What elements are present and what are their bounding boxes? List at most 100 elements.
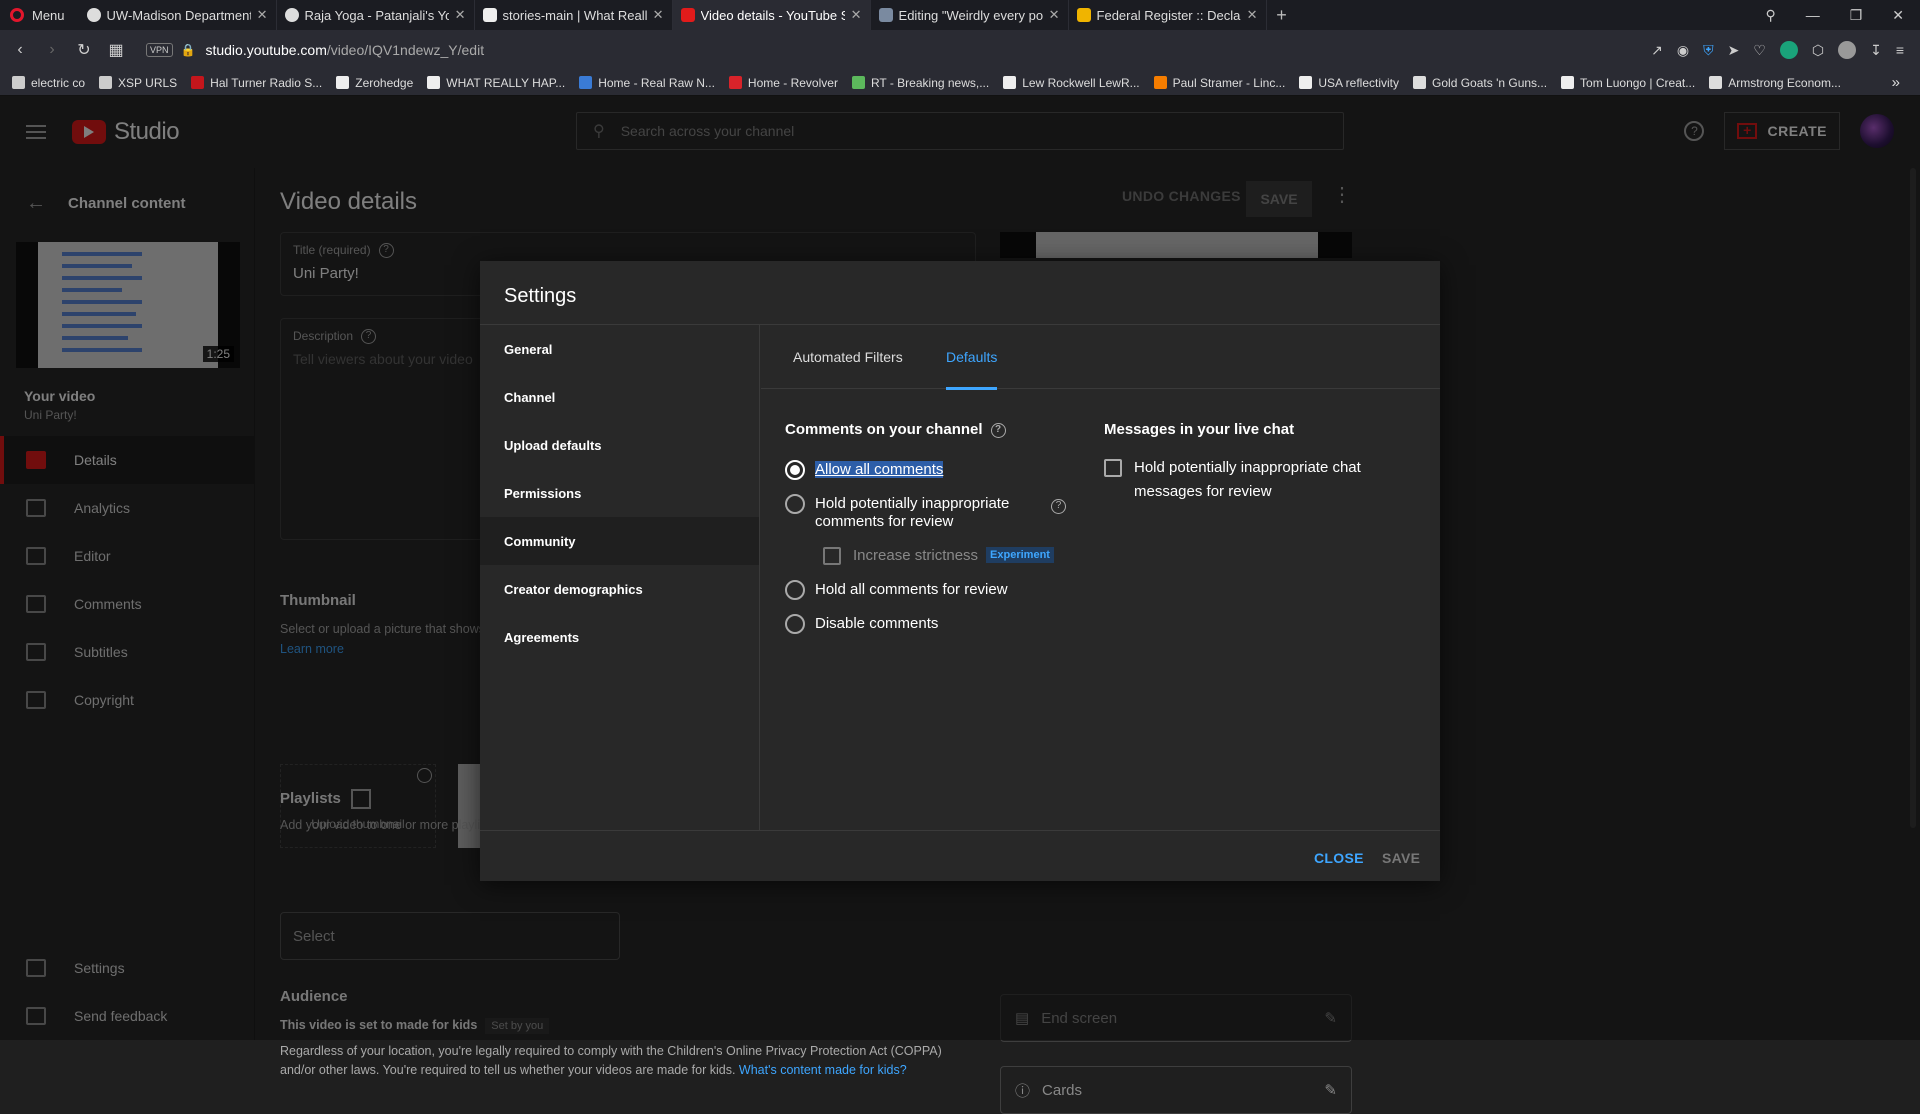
wrh-icon <box>482 8 497 22</box>
bookmark-icon <box>336 76 350 89</box>
url-field[interactable]: studio.youtube.com/video/IQV1ndewz_Y/edi… <box>205 42 484 58</box>
help-icon[interactable]: ? <box>1051 499 1066 514</box>
settings-sidebar-community[interactable]: Community <box>480 517 759 565</box>
browser-tab-bar: Menu UW-Madison Department o ✕ Raja Yoga -… <box>0 0 1920 30</box>
browser-tab[interactable]: Video details - YouTube Stu ✕ <box>672 0 871 30</box>
bookmark-item[interactable]: RT - Breaking news,... <box>851 75 990 90</box>
browser-tab-title: UW-Madison Department o <box>106 7 251 23</box>
bookmark-item[interactable]: Home - Revolver <box>728 75 838 90</box>
bookmark-item[interactable]: Zerohedge <box>336 76 413 90</box>
close-button[interactable]: CLOSE <box>1314 850 1364 866</box>
close-tab-icon[interactable]: ✕ <box>653 7 664 23</box>
heart-icon[interactable]: ♡ <box>1753 42 1766 59</box>
bookmark-item[interactable]: Tom Luongo | Creat... <box>1561 76 1695 90</box>
sidebar-menu-icon[interactable]: ≡ <box>1896 42 1904 58</box>
divider <box>480 830 1440 831</box>
close-tab-icon[interactable]: ✕ <box>851 7 862 23</box>
back-button[interactable]: ‹ <box>4 34 36 66</box>
tab-defaults[interactable]: Defaults <box>946 325 998 390</box>
window-controls: ⚲ — ❐ ✕ <box>1765 7 1920 24</box>
radio-disable[interactable]: Disable comments <box>785 614 938 634</box>
browser-tab[interactable]: Raja Yoga - Patanjali's Yoga ✕ <box>277 0 475 30</box>
settings-dialog: Settings General Channel Upload defaults Pe… <box>480 261 1440 881</box>
minimize-button[interactable]: — <box>1806 7 1820 23</box>
live-chat-checkbox[interactable]: Hold potentially inappropriate chat mess… <box>1104 459 1404 504</box>
info-icon: ⓘ <box>1015 1082 1031 1100</box>
forward-button[interactable]: › <box>36 34 68 66</box>
live-chat-heading: Messages in your live chat <box>1104 421 1295 438</box>
browser-tab[interactable]: stories-main | What Really H ✕ <box>475 0 673 30</box>
comments-heading: Comments on your channel <box>785 421 983 438</box>
restore-button[interactable]: ❐ <box>1850 7 1863 24</box>
new-tab-button[interactable]: + <box>1267 5 1297 26</box>
settings-sidebar-general[interactable]: General <box>480 325 759 373</box>
bookmark-item[interactable]: Hal Turner Radio S... <box>191 76 322 90</box>
bookmark-item[interactable]: XSP URLS <box>99 76 177 90</box>
dialog-title: Settings <box>504 285 577 307</box>
bookmark-label: Zerohedge <box>355 75 414 90</box>
close-tab-icon[interactable]: ✕ <box>1049 7 1060 23</box>
close-tab-icon[interactable]: ✕ <box>1247 7 1258 23</box>
dialog-save-button[interactable]: SAVE <box>1382 850 1420 866</box>
bookmark-item[interactable]: Lew Rockwell LewR... <box>1003 76 1140 90</box>
cube-icon[interactable]: ⬡ <box>1812 42 1824 59</box>
close-tab-icon[interactable]: ✕ <box>455 7 466 23</box>
cards-button[interactable]: ⓘ Cards ✎ <box>1000 1066 1352 1114</box>
share-icon[interactable]: ↗ <box>1651 42 1663 59</box>
bookmark-item[interactable]: WHAT REALLY HAP... <box>427 76 565 90</box>
browser-tab-title: stories-main | What Really H <box>502 7 647 23</box>
globe-icon <box>86 8 101 22</box>
shield-icon[interactable]: ⛨ <box>1703 42 1714 59</box>
bookmark-icon <box>1709 76 1723 89</box>
download-icon[interactable]: ↧ <box>1870 42 1882 59</box>
browser-tab[interactable]: Editing "Weirdly every post ✕ <box>871 0 1069 30</box>
live-chat-label: Hold potentially inappropriate chat mess… <box>1134 459 1361 500</box>
radio-hold-all[interactable]: Hold all comments for review <box>785 580 1008 600</box>
help-icon[interactable]: ? <box>990 422 1006 438</box>
settings-sidebar-upload-defaults[interactable]: Upload defaults <box>480 421 759 469</box>
reload-button[interactable]: ↻ <box>68 34 100 66</box>
browser-tab[interactable]: Federal Register :: Declarati ✕ <box>1069 0 1267 30</box>
settings-content: Automated Filters Defaults Comments on yo… <box>761 325 1440 830</box>
settings-sidebar-channel[interactable]: Channel <box>480 373 759 421</box>
bookmark-item[interactable]: USA reflectivity <box>1299 76 1399 90</box>
made-for-kids-link[interactable]: What's content made for kids? <box>739 1063 907 1077</box>
settings-sidebar-agreements[interactable]: Agreements <box>480 613 759 661</box>
close-tab-icon[interactable]: ✕ <box>257 7 268 23</box>
settings-sidebar-permissions[interactable]: Permissions <box>480 469 759 517</box>
vpn-badge[interactable]: VPN <box>146 43 173 57</box>
image-icon <box>878 8 893 22</box>
radio-hold-inappropriate-indicator <box>785 494 805 514</box>
radio-hold-inappropriate[interactable]: Hold potentially inappropriate comments … <box>785 494 1075 531</box>
speed-dial-icon[interactable]: ▦ <box>100 34 132 66</box>
tab-automated-filters[interactable]: Automated Filters <box>793 325 903 389</box>
browser-tab-title: Raja Yoga - Patanjali's Yoga <box>304 7 449 23</box>
settings-tabs: Automated Filters Defaults <box>761 325 1440 390</box>
bookmark-label: RT - Breaking news,... <box>870 75 990 90</box>
opera-menu-button[interactable]: Menu <box>0 0 79 30</box>
bookmark-icon <box>1153 76 1167 89</box>
bookmarks-overflow-icon[interactable]: » <box>1892 74 1920 91</box>
bookmark-item[interactable]: Gold Goats 'n Guns... <box>1413 76 1547 90</box>
live-chat-box <box>1104 459 1122 477</box>
extension-a-icon[interactable] <box>1779 41 1798 59</box>
close-window-button[interactable]: ✕ <box>1892 7 1904 24</box>
increase-strictness-checkbox[interactable]: Increase strictness Experiment <box>823 547 1054 565</box>
radio-allow-all[interactable]: Allow all comments <box>785 460 944 480</box>
browser-tab[interactable]: UW-Madison Department o ✕ <box>79 0 277 30</box>
bookmark-item[interactable]: Home - Real Raw N... <box>579 76 715 90</box>
url-path: /video/IQV1ndewz_Y/edit <box>326 42 485 58</box>
bookmark-label: Home - Revolver <box>747 75 838 90</box>
search-tabs-icon[interactable]: ⚲ <box>1765 7 1775 24</box>
camera-icon[interactable]: ◉ <box>1677 42 1689 59</box>
bookmark-label: Home - Real Raw N... <box>598 75 715 90</box>
coppa-paragraph: Regardless of your location, you're lega… <box>280 1042 980 1080</box>
bookmark-item[interactable]: Paul Stramer - Linc... <box>1153 76 1285 90</box>
bookmark-item[interactable]: electric co <box>12 76 85 90</box>
send-icon[interactable]: ➤ <box>1728 42 1740 59</box>
radio-allow-all-indicator <box>785 460 805 480</box>
lock-icon[interactable]: 🔒 <box>181 43 196 57</box>
bookmark-item[interactable]: Armstrong Econom... <box>1709 76 1841 90</box>
settings-sidebar-creator-demographics[interactable]: Creator demographics <box>480 565 759 613</box>
profile-icon[interactable] <box>1838 41 1857 59</box>
